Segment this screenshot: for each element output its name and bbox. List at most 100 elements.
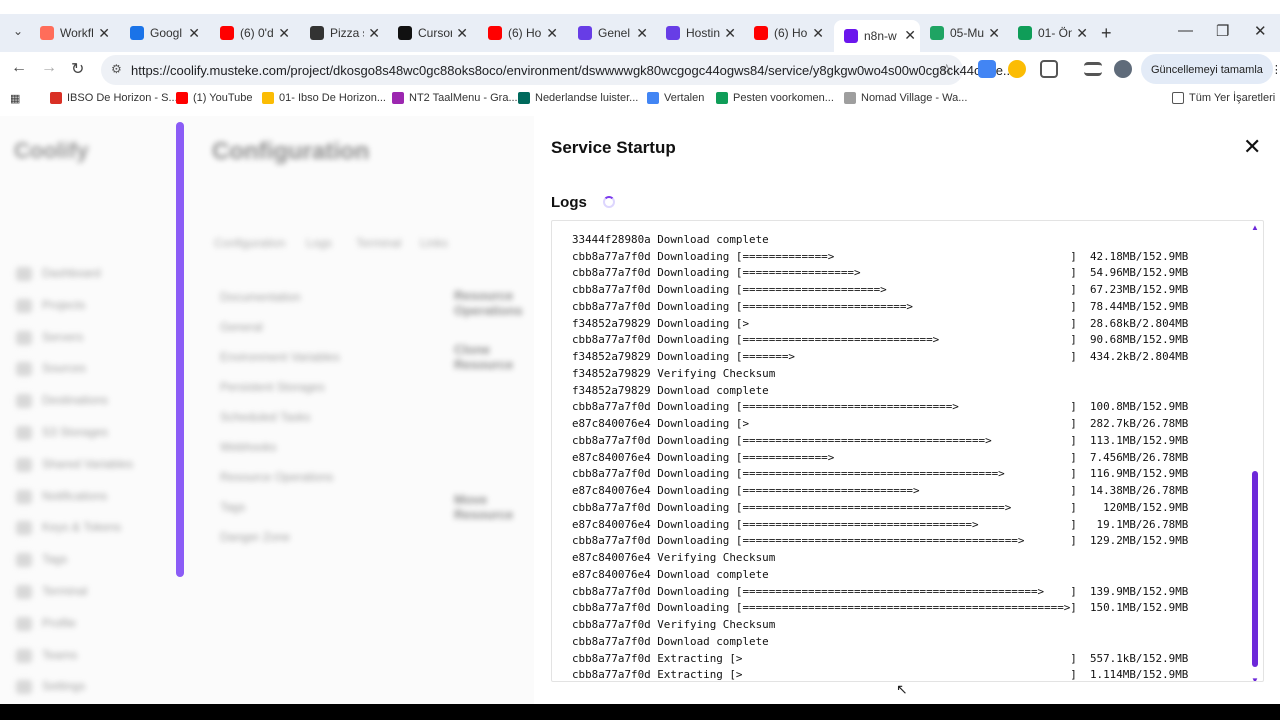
sidebar-item: Projects: [42, 297, 86, 312]
tab-close-icon[interactable]: ✕: [1076, 25, 1088, 42]
youtube-icon: [488, 26, 502, 40]
extension-icon[interactable]: [1008, 60, 1026, 78]
sidebar-icon: [16, 457, 32, 472]
bookmark-favicon-icon: [176, 92, 188, 104]
bookmark-favicon-icon: [518, 92, 530, 104]
profile-avatar[interactable]: [1114, 60, 1132, 78]
close-window-icon[interactable]: ✕: [1254, 22, 1267, 40]
bookmark-item[interactable]: 01- Ibso De Horizon...: [262, 92, 386, 104]
apps-grid-icon[interactable]: ▦: [10, 92, 20, 105]
bookmark-item[interactable]: Vertalen: [647, 92, 704, 104]
bookmark-item[interactable]: IBSO De Horizon - S...: [50, 92, 178, 104]
all-bookmarks[interactable]: Tüm Yer İşaretleri: [1172, 92, 1275, 104]
back-icon[interactable]: ←: [11, 59, 27, 77]
bookmark-label: 01- Ibso De Horizon...: [279, 92, 386, 104]
browser-tab[interactable]: Hostin ✕: [656, 18, 740, 48]
bookmark-item[interactable]: Pesten voorkomen...: [716, 92, 834, 104]
google-calendar-icon: [130, 26, 144, 40]
restore-icon[interactable]: ❐: [1216, 22, 1229, 40]
sidebar-icon: [16, 489, 32, 504]
subnav-item: Tags: [220, 500, 246, 514]
browser-tab[interactable]: 05-Mu ✕: [920, 18, 1004, 48]
browser-tab[interactable]: 01- Ön ✕: [1008, 18, 1092, 48]
browser-tab[interactable]: n8n-w ✕: [834, 20, 920, 52]
bookmark-star-icon[interactable]: ☆: [940, 61, 953, 78]
tab-title: (6) 0'd: [240, 26, 274, 40]
openai-icon: [310, 26, 324, 40]
browser-tab[interactable]: Cursor ✕: [388, 18, 472, 48]
site-info-icon[interactable]: ⚙: [111, 62, 122, 76]
sidebar-item: Terminal: [42, 584, 88, 598]
tab-close-icon[interactable]: ✕: [98, 25, 110, 42]
log-line: cbb8a77a7f0d Downloading [==============…: [572, 467, 1189, 481]
log-output[interactable]: 33444f28980a Download complete cbb8a77a7f…: [551, 220, 1264, 682]
tab-close-icon[interactable]: ✕: [812, 25, 824, 42]
browser-tab[interactable]: Workfl ✕: [30, 18, 114, 48]
tab-close-icon[interactable]: ✕: [724, 25, 736, 42]
subnav-item: Scheduled Tasks: [220, 410, 311, 424]
tab-close-icon[interactable]: ✕: [368, 25, 380, 42]
forward-icon[interactable]: →: [41, 59, 57, 77]
bookmark-favicon-icon: [262, 92, 274, 104]
address-bar[interactable]: ⚙ https://coolify.musteke.com/project/dk…: [101, 55, 1014, 85]
log-line: cbb8a77a7f0d Downloading [=============>…: [572, 249, 1189, 263]
sidebar-scrollbar[interactable]: [176, 122, 184, 577]
tab-search-chevron-icon[interactable]: ⌄: [8, 24, 28, 44]
tab-close-icon[interactable]: ✕: [636, 25, 648, 42]
browser-tab[interactable]: (6) 0'd ✕: [210, 18, 294, 48]
log-line: cbb8a77a7f0d Downloading [==============…: [572, 433, 1189, 447]
close-icon[interactable]: ✕: [1243, 134, 1261, 160]
cursor-icon: [398, 26, 412, 40]
bookmark-favicon-icon: [50, 92, 62, 104]
bookmark-item[interactable]: Nederlandse luister...: [518, 92, 638, 104]
bookmark-label: Nederlandse luister...: [535, 92, 639, 104]
bookmark-item[interactable]: Nomad Village - Wa...: [844, 92, 967, 104]
bookmark-favicon-icon: [844, 92, 856, 104]
scroll-down-icon[interactable]: ▼: [1251, 676, 1259, 681]
log-scrollbar[interactable]: ▲ ▼: [1251, 223, 1259, 681]
bg-section-heading: Move Resource: [454, 492, 514, 522]
tab-close-icon[interactable]: ✕: [188, 25, 200, 42]
tab-title: 01- Ön: [1038, 26, 1072, 40]
bookmark-item[interactable]: NT2 TaalMenu - Gra...: [392, 92, 518, 104]
log-line: cbb8a77a7f0d Verifying Checksum: [572, 618, 776, 631]
browser-tab[interactable]: Genel ✕: [568, 18, 652, 48]
extensions-puzzle-icon[interactable]: [1040, 60, 1058, 78]
bookmark-item[interactable]: (1) YouTube: [176, 92, 253, 104]
subnav-item: Webhooks: [220, 440, 277, 454]
bookmark-label: Pesten voorkomen...: [733, 92, 834, 104]
menu-dots-icon[interactable]: ⋮: [1271, 64, 1280, 76]
log-line: cbb8a77a7f0d Extracting [> ] 557.1kB/152…: [572, 651, 1189, 665]
log-line: e87c840076e4 Download complete: [572, 567, 769, 581]
log-line: f34852a79829 Downloading [> ] 28.68kB/2.…: [572, 316, 1189, 330]
tab-title: 05-Mu: [950, 26, 984, 40]
coolify-logo: Coolify: [14, 138, 89, 163]
update-button[interactable]: Güncellemeyi tamamla ⋮: [1141, 54, 1280, 84]
bg-tab: Configuration: [214, 236, 286, 250]
log-line: cbb8a77a7f0d Downloading [==============…: [572, 534, 1189, 548]
tab-close-icon[interactable]: ✕: [278, 25, 290, 42]
browser-tab[interactable]: Googl ✕: [120, 18, 204, 48]
media-control-icon[interactable]: [1084, 62, 1102, 76]
tab-close-icon[interactable]: ✕: [988, 25, 1000, 42]
scrollbar-thumb[interactable]: [1252, 471, 1258, 667]
browser-tab[interactable]: (6) Ho ✕: [478, 18, 562, 48]
loading-spinner-icon: [603, 196, 615, 208]
scroll-up-icon[interactable]: ▲: [1251, 223, 1259, 232]
reload-icon[interactable]: ↻: [71, 59, 84, 79]
bookmark-favicon-icon: [716, 92, 728, 104]
subnav-item: Danger Zone: [220, 530, 291, 544]
tab-close-icon[interactable]: ✕: [456, 25, 468, 42]
sidebar-icon: [16, 298, 32, 313]
subnav-item: Documentation: [220, 290, 301, 304]
bookmark-label: NT2 TaalMenu - Gra...: [409, 92, 518, 104]
browser-tab[interactable]: (6) Ho ✕: [744, 18, 828, 48]
tab-close-icon[interactable]: ✕: [904, 27, 916, 44]
browser-tab[interactable]: Pizza s ✕: [300, 18, 384, 48]
sidebar-item: Destinations: [42, 393, 109, 408]
translate-icon[interactable]: [978, 60, 996, 78]
minimize-icon[interactable]: —: [1178, 22, 1193, 39]
coolify-app: Coolify Configuration Dashboard Projects S…: [0, 116, 1280, 704]
tab-close-icon[interactable]: ✕: [546, 25, 558, 42]
new-tab-button[interactable]: +: [1101, 23, 1112, 44]
